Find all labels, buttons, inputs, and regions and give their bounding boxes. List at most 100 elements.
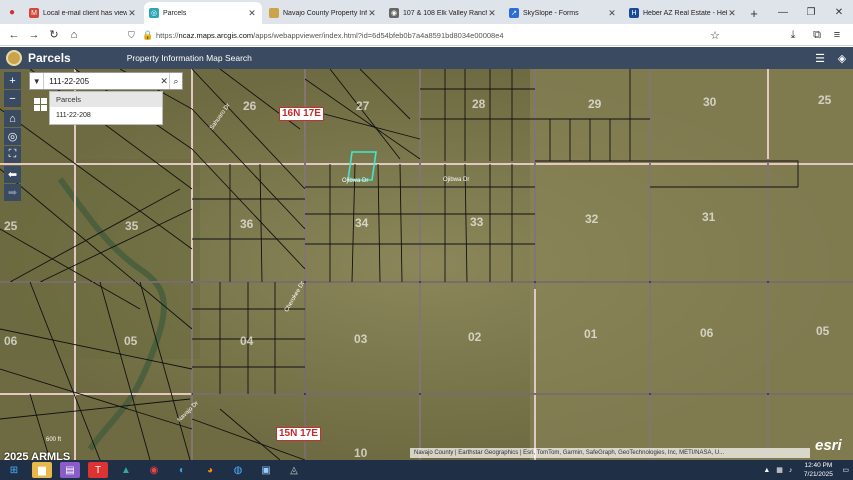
section-number: 33 [470, 215, 484, 229]
tab-1[interactable]: ◎ Parcels ✕ [144, 2, 262, 24]
map-view[interactable]: 16N 17E 15N 17E 26 27 28 29 30 25 35 36 … [0, 69, 853, 460]
network-icon[interactable]: ▦ [776, 466, 783, 474]
clock[interactable]: 12:40 PM 7/21/2025 [798, 461, 838, 479]
section-number: 26 [243, 99, 257, 113]
clear-icon[interactable]: ✕ [159, 76, 169, 87]
close-icon[interactable]: ✕ [127, 8, 137, 19]
edge-icon[interactable]: ◐ [172, 462, 192, 478]
new-tab-button[interactable]: + [744, 2, 764, 24]
section-number: 28 [472, 97, 486, 111]
chrome-icon[interactable]: ◉ [144, 462, 164, 478]
layer-list-icon[interactable] [34, 98, 47, 111]
url-host: ncaz.maps.arcgis.com [178, 30, 254, 40]
tab-title: Local e-mail client has viewer [43, 9, 127, 17]
township-label: 16N 17E [279, 107, 324, 121]
tab-title: Heber AZ Real Estate - Heber [643, 9, 727, 17]
section-number: 06 [4, 334, 18, 348]
tab-title: Navajo County Property Informatio [283, 9, 367, 17]
tab-bar: ● M Local e-mail client has viewer ✕ ◎ P… [0, 0, 853, 24]
section-number: 27 [356, 99, 370, 113]
next-extent-icon[interactable]: ➡ [4, 184, 21, 201]
realestate-icon: H [629, 8, 639, 18]
listing-icon: ◉ [389, 8, 399, 18]
maximize-icon[interactable]: ❐ [797, 0, 825, 24]
close-icon[interactable]: ✕ [487, 8, 497, 19]
app-header: Parcels Property Information Map Search … [0, 47, 853, 69]
window-close-icon[interactable]: ✕ [825, 0, 853, 24]
download-icon[interactable]: ⤓ [783, 25, 803, 45]
taskbar: ⊞ ▆ ▤ T ▲ ◉ ◐ ◕ ◍ ▣ ◬ ▲ ▦ ♪ 12:40 PM 7/2… [0, 460, 853, 480]
locate-icon[interactable]: ◎ [4, 128, 21, 145]
section-number: 29 [588, 97, 602, 111]
map-toolbar: + − ⌂ ◎ ⛶ ⬅ ➡ [4, 72, 22, 201]
tab-5[interactable]: H Heber AZ Real Estate - Heber ✕ [624, 2, 742, 24]
fullscreen-icon[interactable]: ⛶ [4, 146, 21, 163]
windows-start-icon[interactable]: ⊞ [4, 462, 24, 478]
drive-icon[interactable]: ▲ [116, 462, 136, 478]
tab-4[interactable]: ↗ SkySlope - Forms ✕ [504, 2, 622, 24]
app-subtitle: Property Information Map Search [126, 53, 252, 63]
app-icon[interactable]: ▤ [60, 462, 80, 478]
lock-icon: 🔒 [142, 29, 154, 40]
road-label: Ojibwa Dr [443, 177, 470, 183]
zoom-in-button[interactable]: + [4, 72, 21, 89]
close-icon[interactable]: ✕ [367, 8, 377, 19]
notification-icon[interactable]: ▭ [842, 466, 849, 474]
clock-time: 12:40 PM [804, 462, 833, 469]
suggest-item[interactable]: 111-22-208 [50, 107, 162, 124]
extensions-icon[interactable]: ⧉ [807, 25, 827, 45]
search-input[interactable] [44, 73, 160, 89]
search-icon[interactable]: ⌕ [169, 73, 182, 89]
county-seal-icon [6, 50, 22, 66]
section-number: 32 [585, 212, 599, 226]
app-title: Parcels [28, 51, 71, 65]
layers-icon[interactable]: ◈ [831, 47, 853, 69]
tab-title: 107 & 108 Elk Valley Ranch [403, 9, 487, 17]
minimize-icon[interactable]: — [769, 0, 797, 24]
close-icon[interactable]: ✕ [247, 8, 257, 19]
close-icon[interactable]: ✕ [607, 8, 617, 19]
section-number: 02 [468, 330, 482, 344]
back-icon[interactable]: ← [4, 25, 24, 45]
forward-icon[interactable]: → [24, 25, 44, 45]
aerial-patch [530, 69, 853, 460]
reload-icon[interactable]: ↻ [44, 25, 64, 45]
address-bar: ← → ↻ ⌂ ⛉ 🔒 https://ncaz.maps.arcgis.com… [0, 24, 853, 46]
section-number: 10 [354, 446, 368, 460]
chevron-down-icon[interactable]: ▼ [30, 73, 45, 89]
list-icon[interactable]: ☰ [809, 47, 831, 69]
app-t-icon[interactable]: T [88, 462, 108, 478]
browser-menu-icon[interactable]: ● [0, 0, 24, 24]
tab-0[interactable]: M Local e-mail client has viewer ✕ [24, 2, 142, 24]
url-prefix: https:// [156, 30, 179, 40]
file-explorer-icon[interactable]: ▆ [32, 462, 52, 478]
zoom-out-button[interactable]: − [4, 90, 21, 107]
section-number: 06 [700, 326, 714, 340]
app-icon-3[interactable]: ▣ [256, 462, 276, 478]
navajo-icon [269, 8, 279, 18]
url-field[interactable]: ⛉ 🔒 https://ncaz.maps.arcgis.com/apps/we… [128, 27, 728, 43]
volume-icon[interactable]: ♪ [789, 467, 793, 474]
map-canvas[interactable] [0, 69, 853, 460]
close-icon[interactable]: ✕ [727, 8, 737, 19]
app-icon-2[interactable]: ◍ [228, 462, 248, 478]
menu-icon[interactable]: ≡ [827, 25, 847, 45]
tab-2[interactable]: Navajo County Property Informatio ✕ [264, 2, 382, 24]
search-widget: ▼ ✕ ⌕ [29, 72, 183, 90]
firefox-icon[interactable]: ◕ [200, 462, 220, 478]
section-number: 01 [584, 327, 598, 341]
suggest-header: Parcels [50, 92, 162, 107]
skyslope-icon: ↗ [509, 8, 519, 18]
section-number: 31 [702, 210, 716, 224]
home-extent-icon[interactable]: ⌂ [4, 110, 21, 127]
home-icon[interactable]: ⌂ [64, 25, 84, 45]
section-number: 04 [240, 334, 254, 348]
section-number: 30 [703, 95, 717, 109]
bookmark-star-icon[interactable]: ☆ [705, 25, 725, 45]
tray-chevron-icon[interactable]: ▲ [763, 467, 770, 474]
previous-extent-icon[interactable]: ⬅ [4, 166, 21, 183]
app-icon-4[interactable]: ◬ [284, 462, 304, 478]
esri-logo: esri [815, 437, 842, 454]
tab-3[interactable]: ◉ 107 & 108 Elk Valley Ranch ✕ [384, 2, 502, 24]
section-number: 25 [818, 93, 832, 107]
